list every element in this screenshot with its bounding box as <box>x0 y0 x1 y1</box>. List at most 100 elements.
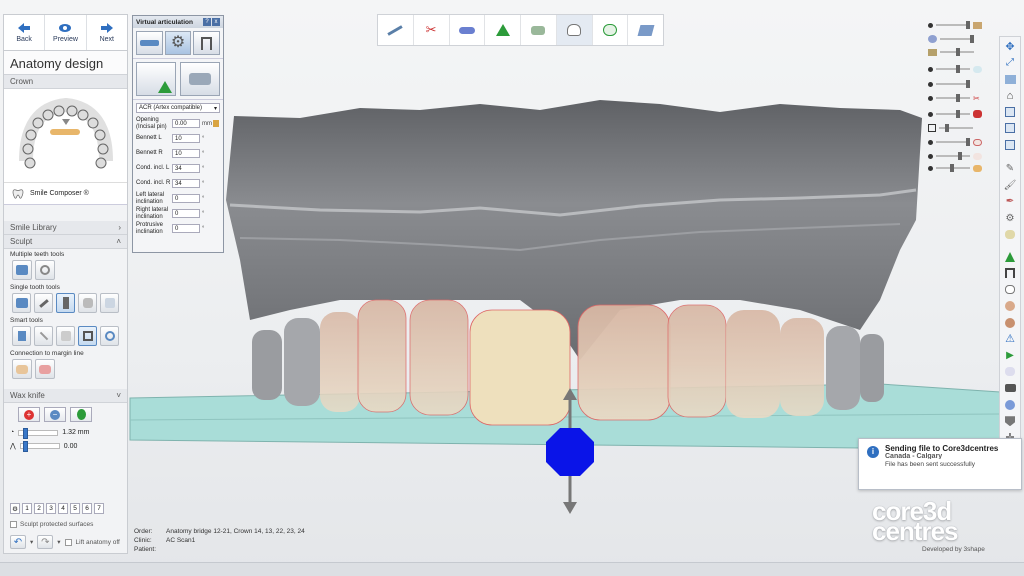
settings-button[interactable]: ⚙ <box>1002 211 1018 225</box>
cut-tool-button[interactable]: ✂ <box>414 15 450 45</box>
close-button[interactable]: x <box>212 18 220 26</box>
param-input[interactable]: 10 <box>172 149 200 158</box>
param-input[interactable]: 0.00 <box>172 119 200 128</box>
tooth-compare-button[interactable] <box>1002 365 1018 379</box>
morph-teeth-button[interactable] <box>35 260 55 280</box>
visibility-slider-row[interactable] <box>928 150 983 162</box>
visibility-slider-row[interactable] <box>928 63 983 75</box>
cone-button[interactable] <box>1002 249 1018 263</box>
lift-anatomy-checkbox[interactable] <box>64 538 72 546</box>
shield-button[interactable] <box>1002 414 1018 428</box>
undo-button[interactable]: ↶ <box>10 535 26 549</box>
number-button[interactable]: 4 <box>58 503 68 514</box>
pen-button[interactable]: ✒ <box>1002 195 1018 209</box>
articulator-model-select[interactable]: ACR (Artex compatible) ▾ <box>136 103 220 113</box>
visibility-slider-row[interactable] <box>928 162 983 174</box>
next-button[interactable]: Next <box>87 15 127 50</box>
margin-tool-1[interactable] <box>12 359 32 379</box>
move-view-button[interactable]: ✥ <box>1002 39 1018 53</box>
snapshot-button[interactable] <box>1002 381 1018 395</box>
tooth-selector[interactable] <box>4 89 127 183</box>
articulator-frame-button[interactable] <box>193 31 221 55</box>
warning-button[interactable]: ⚠ <box>1002 332 1018 346</box>
articulator-settings-button[interactable]: ⚙ <box>164 31 192 55</box>
tooth-library-button[interactable] <box>1002 227 1018 241</box>
param-input[interactable]: 0 <box>172 224 200 233</box>
param-input[interactable]: 10 <box>172 134 200 143</box>
param-input[interactable]: 34 <box>172 164 200 173</box>
lock-icon[interactable] <box>213 120 219 127</box>
cap-button[interactable]: ⌂ <box>1002 88 1018 102</box>
seal-tool-button[interactable] <box>450 15 486 45</box>
reset-number-button[interactable]: ⚙ <box>10 503 20 514</box>
smile-library-header[interactable]: Smile Library › <box>4 221 127 235</box>
number-button[interactable]: 7 <box>94 503 104 514</box>
face-front-button[interactable] <box>1002 299 1018 313</box>
remove-material-button[interactable]: − <box>44 407 66 422</box>
visibility-slider-row[interactable] <box>928 78 983 90</box>
number-button[interactable]: 3 <box>46 503 56 514</box>
sculpt-protected-checkbox[interactable]: Sculpt protected surfaces <box>10 521 93 528</box>
smart-tool-1[interactable] <box>12 326 31 346</box>
number-button[interactable]: 5 <box>70 503 80 514</box>
tooth-view-button[interactable] <box>1002 282 1018 296</box>
view-front-button[interactable] <box>1002 105 1018 119</box>
draw-tool-button[interactable] <box>378 15 414 45</box>
chevron-down-icon[interactable]: ▾ <box>30 538 33 546</box>
smooth-button[interactable] <box>100 293 119 313</box>
edit-button[interactable]: ✎ <box>1002 162 1018 176</box>
marker-tool-button[interactable] <box>485 15 521 45</box>
param-input[interactable]: 0 <box>172 209 200 218</box>
checkbox[interactable] <box>10 521 17 528</box>
dialog-titlebar[interactable]: Virtual articulation ? x <box>133 16 223 28</box>
articulator-view-button[interactable] <box>136 31 163 55</box>
param-input[interactable]: 0 <box>172 194 200 203</box>
color-button[interactable] <box>1002 398 1018 412</box>
smart-tool-4[interactable] <box>78 326 97 346</box>
wax-level-slider[interactable] <box>19 441 60 452</box>
smart-tool-2[interactable] <box>34 326 53 346</box>
number-button[interactable]: 2 <box>34 503 44 514</box>
anatomy-tool-button[interactable] <box>556 15 593 45</box>
notification-toast[interactable]: i Sending file to Core3dcentres Canada -… <box>858 438 1022 490</box>
wax-knife-header[interactable]: Wax knife ˅ <box>4 389 127 403</box>
visibility-slider-row[interactable] <box>928 33 983 45</box>
add-material-button[interactable]: + <box>18 407 40 422</box>
number-button[interactable]: 1 <box>22 503 32 514</box>
check-tool-button[interactable] <box>593 15 629 45</box>
view-top-button[interactable] <box>1002 138 1018 152</box>
brush-button[interactable]: 🖌 <box>1002 178 1018 192</box>
play-button[interactable]: ▶ <box>1002 348 1018 362</box>
wax-size-slider[interactable] <box>18 427 59 439</box>
sculpt-header[interactable]: Sculpt ˄ <box>4 235 127 249</box>
number-button[interactable]: 6 <box>82 503 92 514</box>
smooth-material-button[interactable] <box>70 407 92 422</box>
frame-button[interactable] <box>1002 266 1018 280</box>
close-articulator-button[interactable] <box>180 62 220 96</box>
smile-composer-button[interactable]: Smile Composer ® <box>4 183 127 205</box>
wax-knife-button[interactable] <box>56 293 75 313</box>
add-wax-button[interactable] <box>78 293 97 313</box>
preview-button[interactable]: Preview <box>45 15 87 50</box>
face-side-button[interactable] <box>1002 315 1018 329</box>
export-tool-button[interactable] <box>628 15 663 45</box>
smart-tool-3[interactable] <box>56 326 75 346</box>
visibility-slider-row[interactable] <box>928 122 983 134</box>
visibility-slider-row[interactable] <box>928 108 983 120</box>
margin-tool-2[interactable] <box>35 359 55 379</box>
view-side-button[interactable] <box>1002 121 1018 135</box>
shape-tooth-button[interactable] <box>34 293 53 313</box>
slider-knob[interactable] <box>23 427 29 439</box>
visibility-slider-row[interactable]: ✂ <box>928 92 983 104</box>
crown-tool-button[interactable] <box>521 15 557 45</box>
param-input[interactable]: 34 <box>172 179 200 188</box>
transform-tooth-button[interactable] <box>12 293 31 313</box>
visibility-slider-row[interactable] <box>928 136 983 148</box>
help-button[interactable]: ? <box>203 18 211 26</box>
back-button[interactable]: Back <box>4 15 46 50</box>
crown-section-header[interactable]: Crown <box>4 75 127 89</box>
chevron-down-icon[interactable]: ▾ <box>57 538 60 546</box>
fit-view-button[interactable]: ⤢ <box>1002 55 1018 69</box>
visibility-slider-row[interactable] <box>928 19 983 31</box>
open-articulator-button[interactable] <box>136 62 176 96</box>
